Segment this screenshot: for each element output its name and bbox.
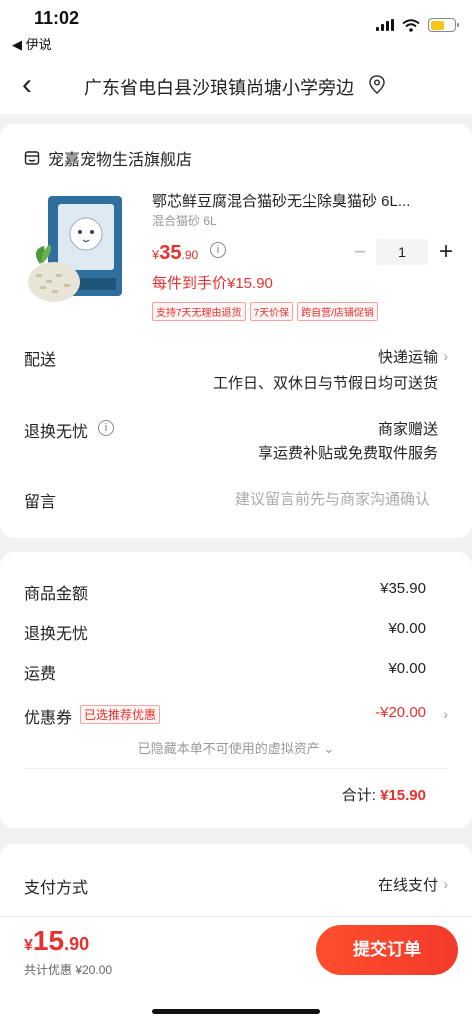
location-pin-icon[interactable] <box>368 75 386 95</box>
store-name: 宠嘉宠物生活旗舰店 <box>48 152 193 169</box>
total-discount: 共计优惠 ¥20.00 <box>24 963 113 977</box>
return-service-value: 商家赠送 <box>377 421 438 438</box>
coupon-value[interactable]: -¥20.00 <box>375 704 426 721</box>
bottom-total-price: ¥15.90 <box>24 925 90 956</box>
payment-chevron-icon[interactable]: › <box>443 876 448 892</box>
back-to-app-link[interactable]: ◀ 伊说 <box>12 34 52 53</box>
service-badges: 支持7天无理由退货 7天价保 跨自营/店铺促销 <box>152 302 378 321</box>
store-row[interactable]: 宠嘉宠物生活旗舰店 <box>24 146 192 170</box>
order-total: 合计: ¥15.90 <box>341 787 426 804</box>
message-label: 留言 <box>24 494 57 511</box>
return-service-label: 退换无忧 <box>24 424 89 441</box>
coupon-label: 优惠券 <box>24 710 73 727</box>
price-info-icon[interactable]: i <box>210 242 226 258</box>
return-fee-label: 退换无忧 <box>24 626 89 643</box>
message-input[interactable]: 建议留言前先与商家沟通确认 <box>235 488 430 509</box>
shipping-value: ¥0.00 <box>388 660 426 677</box>
goods-amount-label: 商品金额 <box>24 586 89 603</box>
decrease-quantity-button[interactable]: − <box>350 239 370 265</box>
submit-order-button[interactable]: 提交订单 <box>316 925 458 975</box>
delivery-chevron-icon[interactable]: › <box>443 348 448 364</box>
return-info-icon[interactable]: i <box>98 420 114 436</box>
quantity-stepper: − 1 + <box>350 238 458 266</box>
home-indicator <box>152 1009 320 1014</box>
checkout-bar: ¥15.90 共计优惠 ¥20.00 提交订单 <box>0 916 472 1024</box>
delivery-method[interactable]: 快递运输 <box>378 346 438 367</box>
product-title[interactable]: 鄂芯鲜豆腐混合猫砂无尘除臭猫砂 6L... <box>152 190 444 211</box>
quantity-value[interactable]: 1 <box>376 239 428 265</box>
payment-method-label: 支付方式 <box>24 880 89 897</box>
status-bar: 11:02 ◀ 伊说 <box>0 0 472 56</box>
signal-icon <box>376 19 394 31</box>
return-service-note: 享运费补贴或免费取件服务 <box>257 445 438 462</box>
hidden-assets-toggle[interactable]: 已隐藏本单不可使用的虚拟资产 ⌄ <box>0 738 472 757</box>
wifi-icon <box>402 18 420 32</box>
delivery-address[interactable]: 广东省电白县沙琅镇尚塘小学旁边 <box>84 74 354 100</box>
status-icons <box>376 18 459 32</box>
payment-method-value[interactable]: 在线支付 <box>378 874 438 895</box>
store-icon <box>24 151 40 165</box>
address-header: ‹ 广东省电白县沙琅镇尚塘小学旁边 <box>0 56 472 114</box>
service-badge: 跨自营/店铺促销 <box>297 302 378 321</box>
final-unit-price: 每件到手价¥15.90 <box>152 275 273 292</box>
status-time: 11:02 <box>34 8 80 28</box>
divider <box>24 768 448 769</box>
battery-icon <box>428 18 459 32</box>
product-price: ¥35.90 <box>152 242 199 264</box>
product-spec[interactable]: 混合猫砂 6L <box>152 212 217 229</box>
goods-amount-value: ¥35.90 <box>380 580 426 597</box>
increase-quantity-button[interactable]: + <box>434 238 458 266</box>
shipping-label: 运费 <box>24 666 57 683</box>
back-chevron-icon[interactable]: ‹ <box>22 68 32 102</box>
coupon-tag: 已选推荐优惠 <box>80 705 161 724</box>
product-thumbnail[interactable] <box>24 190 128 306</box>
service-badge: 支持7天无理由退货 <box>152 302 246 321</box>
coupon-chevron-icon[interactable]: › <box>443 706 448 722</box>
delivery-label: 配送 <box>24 352 57 369</box>
service-badge: 7天价保 <box>249 302 294 321</box>
delivery-note: 工作日、双休日与节假日均可送货 <box>212 375 438 392</box>
order-card: 宠嘉宠物生活旗舰店 <box>0 124 472 538</box>
return-fee-value: ¥0.00 <box>388 620 426 637</box>
